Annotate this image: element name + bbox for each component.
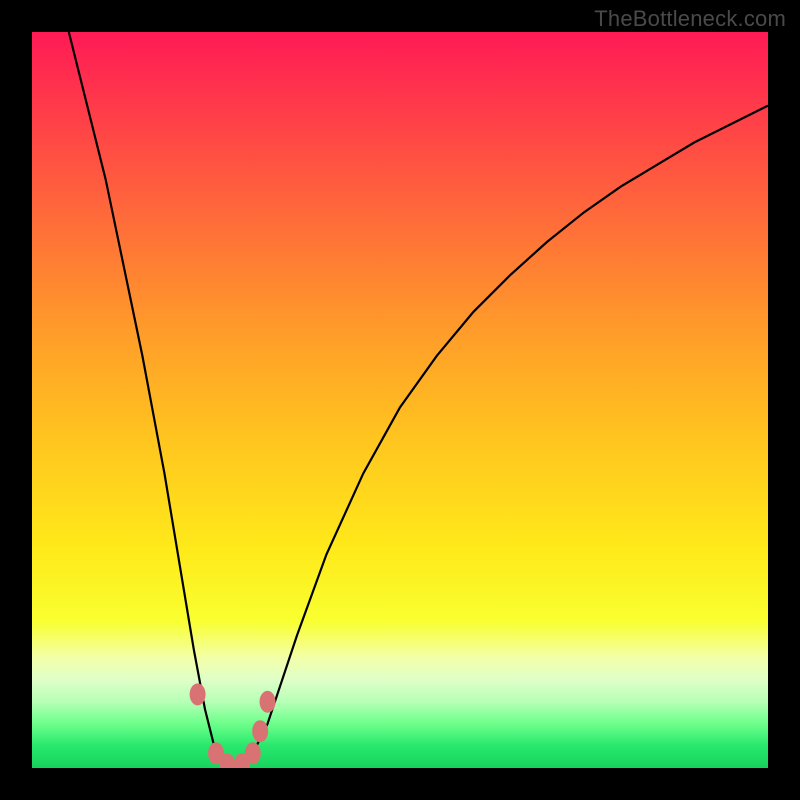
- bottleneck-curve: [69, 32, 768, 768]
- watermark-text: TheBottleneck.com: [594, 6, 786, 32]
- curve-layer: [32, 32, 768, 768]
- curve-markers: [190, 683, 276, 768]
- plot-area: [32, 32, 768, 768]
- curve-marker: [252, 720, 268, 742]
- curve-marker: [260, 691, 276, 713]
- curve-marker: [245, 742, 261, 764]
- chart-frame: TheBottleneck.com: [0, 0, 800, 800]
- curve-marker: [190, 683, 206, 705]
